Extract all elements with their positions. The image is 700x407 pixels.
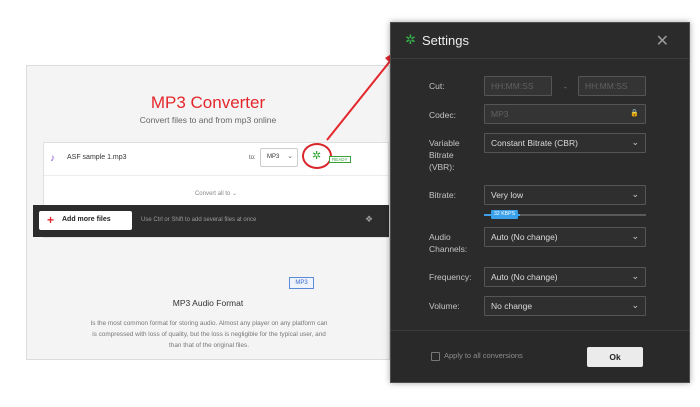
bitrate-label: Bitrate: — [429, 190, 456, 200]
arrow-line — [326, 59, 392, 141]
chevron-down-icon: ⌄ — [631, 189, 639, 199]
vbr-label-line: Bitrate — [429, 150, 454, 160]
bitrate-value: Very low — [491, 190, 524, 200]
channels-value: Auto (No change) — [491, 232, 558, 242]
apply-all-checkbox[interactable] — [431, 352, 440, 361]
bitrate-slider-label[interactable]: 32 KBPS — [491, 210, 519, 219]
cut-start-placeholder: HH:MM:SS — [491, 81, 534, 91]
cut-end-placeholder: HH:MM:SS — [585, 81, 628, 91]
frequency-label: Frequency: — [429, 272, 472, 282]
settings-header: ✲ Settings ✕ — [391, 23, 689, 59]
lock-icon: 🔒 — [630, 110, 639, 117]
volume-label: Volume: — [429, 301, 460, 311]
settings-title: Settings — [422, 33, 469, 48]
cut-start-input[interactable]: HH:MM:SS — [484, 76, 552, 96]
bitrate-select[interactable]: Very low ⌄ — [484, 185, 646, 205]
chevron-down-icon: ⌄ — [631, 300, 639, 310]
ok-button[interactable]: Ok — [587, 347, 643, 367]
channels-label-line: Audio — [429, 232, 451, 242]
gear-icon: ✲ — [405, 32, 416, 47]
apply-all-label: Apply to all conversions — [444, 351, 523, 360]
chevron-down-icon: ⌄ — [631, 271, 639, 281]
volume-value: No change — [491, 301, 533, 311]
channels-label: Audio Channels: — [429, 231, 467, 255]
codec-value: MP3 — [491, 109, 509, 119]
close-icon[interactable]: ✕ — [656, 31, 669, 51]
settings-dialog: ✲ Settings ✕ Cut: HH:MM:SS - HH:MM:SS Co… — [390, 22, 690, 383]
vbr-label: Variable Bitrate (VBR): — [429, 137, 460, 173]
cut-end-input[interactable]: HH:MM:SS — [578, 76, 646, 96]
vbr-label-line: (VBR): — [429, 162, 455, 172]
chevron-down-icon: ⌄ — [631, 137, 639, 147]
vbr-select[interactable]: Constant Bitrate (CBR) ⌄ — [484, 133, 646, 153]
chevron-down-icon: ⌄ — [631, 231, 639, 241]
frequency-select[interactable]: Auto (No change) ⌄ — [484, 267, 646, 287]
cut-label: Cut: — [429, 81, 445, 91]
codec-field: MP3 🔒 — [484, 104, 646, 124]
frequency-value: Auto (No change) — [491, 272, 558, 282]
vbr-label-line: Variable — [429, 138, 460, 148]
channels-select[interactable]: Auto (No change) ⌄ — [484, 227, 646, 247]
cut-separator: - — [564, 83, 567, 92]
vbr-value: Constant Bitrate (CBR) — [491, 138, 578, 148]
channels-label-line: Channels: — [429, 244, 468, 254]
codec-label: Codec: — [429, 110, 456, 120]
volume-select[interactable]: No change ⌄ — [484, 296, 646, 316]
